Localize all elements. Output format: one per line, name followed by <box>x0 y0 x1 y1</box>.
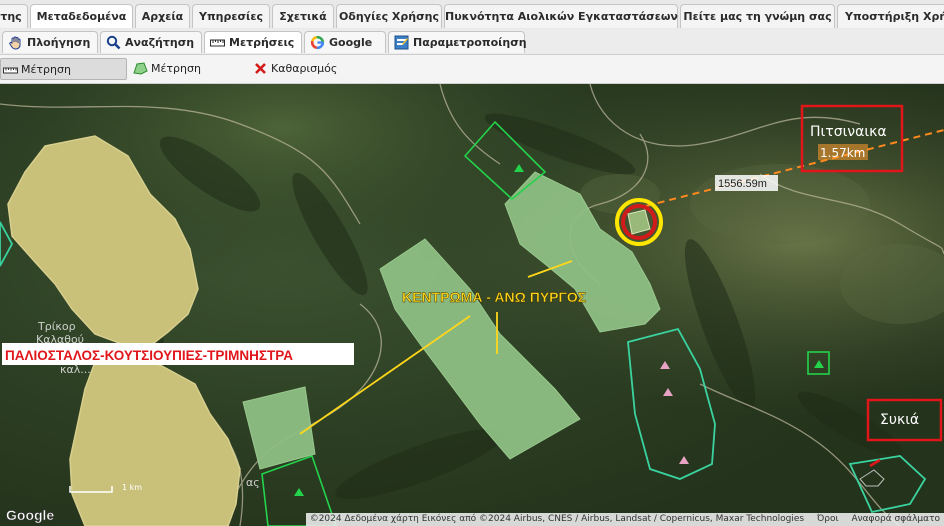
tab-support[interactable]: Υποστήριξη Χρήσ <box>837 4 944 28</box>
tab-files[interactable]: Αρχεία <box>135 4 190 28</box>
tab-google[interactable]: Google <box>304 31 386 53</box>
main-menu-bar: της Μεταδεδομένα Αρχεία Υπηρεσίες Σχετικ… <box>0 0 944 30</box>
tab-instructions[interactable]: Οδηγίες Χρήσης <box>336 4 442 28</box>
tab-navigation[interactable]: Πλοήγηση <box>2 31 98 53</box>
tab-about[interactable]: Σχετικά <box>272 4 334 28</box>
tab-services[interactable]: Υπηρεσίες <box>192 4 270 28</box>
village-fragment: ας <box>246 476 260 489</box>
terms-link[interactable]: Όροι <box>817 514 839 524</box>
label-kentroma: ΚΕΝΤΡΩΜΑ - ΑΝΩ ΠΥΡΓΟΣ <box>402 289 586 305</box>
tab-search[interactable]: Αναζήτηση <box>100 31 202 53</box>
measurement-toolbar: Μέτρηση Απόστασης Μέτρηση Εμβαδού Καθαρι… <box>0 55 944 98</box>
tab-navigation-label: Πλοήγηση <box>27 36 91 49</box>
map-attribution: ©2024 Δεδομένα χάρτη Εικόνες από ©2024 A… <box>305 513 944 526</box>
tab-wind-density[interactable]: Πυκνότητα Αιολικών Εγκαταστάσεων <box>444 4 678 28</box>
settings-form-icon <box>394 35 409 50</box>
measure-distance-button[interactable]: Μέτρηση Απόστασης <box>0 58 127 98</box>
map-svg: 1556.59m Πιτσιναικα 1.57km Συκιά Τρίκορ … <box>0 84 944 526</box>
tab-measurements[interactable]: Μετρήσεις <box>204 31 302 53</box>
scale-label: 1 km <box>122 483 142 492</box>
google-g-icon <box>310 35 325 50</box>
magnifier-icon <box>106 35 121 50</box>
label-paliostalos: ΠΑΛΙΟΣΤΑΛΟΣ-ΚΟΥΤΣΙΟΥΠΙΕΣ-ΤΡΙΜΝΗΣΤΡΑ <box>5 348 293 363</box>
measure-area-button[interactable]: Μέτρηση Εμβαδού <box>131 58 243 97</box>
clear-x-icon <box>255 63 266 74</box>
clear-measurements-button[interactable]: Καθαρισμός Μετρήσεων <box>251 58 391 97</box>
tab-settings-label: Παραμετροποίηση <box>413 36 527 49</box>
village-trikorfo: Τρίκορ <box>37 320 76 333</box>
tab-feedback[interactable]: Πείτε μας τη γνώμη σας <box>680 4 835 28</box>
village-pitsinaika: Πιτσιναικα <box>810 124 887 140</box>
hand-icon <box>9 36 21 50</box>
sub-menu-bar: Πλοήγηση Αναζήτηση Μετρήσεις Google Παρα… <box>0 29 944 55</box>
tab-measurements-label: Μετρήσεις <box>229 36 295 49</box>
distance-label-1: 1556.59m <box>718 178 767 190</box>
tab-metadata[interactable]: Μεταδεδομένα <box>30 4 133 28</box>
tab-prev[interactable]: της <box>0 4 28 28</box>
attribution-text: ©2024 Δεδομένα χάρτη Εικόνες από ©2024 A… <box>309 514 805 524</box>
distance-label-2: 1.57km <box>820 146 865 160</box>
map-canvas[interactable]: 1556.59m Πιτσιναικα 1.57km Συκιά Τρίκορ … <box>0 84 944 526</box>
area-icon <box>133 62 148 75</box>
google-logo[interactable]: Google <box>6 507 55 524</box>
report-error-link[interactable]: Αναφορά σφάλματο <box>851 514 940 524</box>
village-sykia: Συκιά <box>880 412 919 428</box>
tab-google-label: Google <box>329 36 373 49</box>
tab-settings[interactable]: Παραμετροποίηση <box>388 31 527 53</box>
tab-search-label: Αναζήτηση <box>125 36 195 49</box>
ruler-icon <box>3 67 18 74</box>
ruler-icon <box>210 39 225 47</box>
